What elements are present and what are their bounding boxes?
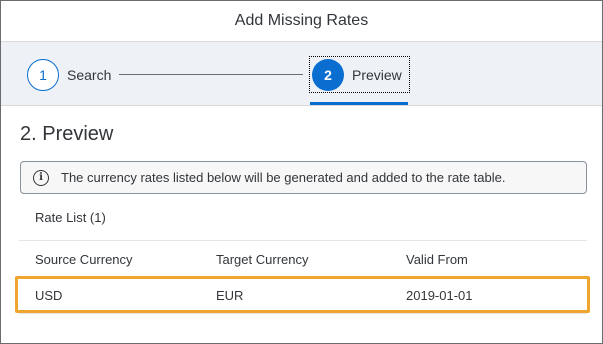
add-missing-rates-dialog: Add Missing Rates 1 Search 2 Preview 2. … xyxy=(0,0,603,344)
cell-target-currency: EUR xyxy=(216,288,244,303)
dialog-title: Add Missing Rates xyxy=(234,12,369,29)
wizard-step-1-label[interactable]: Search xyxy=(67,67,111,83)
table-header-row: Source Currency Target Currency Valid Fr… xyxy=(19,240,587,278)
wizard-step-2-circle[interactable]: 2 xyxy=(312,59,344,91)
wizard-step-2-label[interactable]: Preview xyxy=(352,67,402,83)
rate-list-table: Source Currency Target Currency Valid Fr… xyxy=(19,240,587,314)
column-header-source-currency[interactable]: Source Currency xyxy=(35,252,133,267)
rate-list-title: Rate List (1) xyxy=(35,210,106,225)
wizard-step-2-number: 2 xyxy=(324,67,332,83)
info-icon: i xyxy=(33,169,49,186)
wizard-step-connector xyxy=(119,74,303,75)
column-header-target-currency[interactable]: Target Currency xyxy=(216,252,308,267)
info-message-strip: i The currency rates listed below will b… xyxy=(20,161,587,194)
cell-source-currency: USD xyxy=(35,288,63,303)
info-message-text: The currency rates listed below will be … xyxy=(61,170,506,185)
wizard-progress-bar: 1 Search 2 Preview xyxy=(1,42,602,106)
wizard-step-1-number: 1 xyxy=(39,67,47,83)
column-header-valid-from[interactable]: Valid From xyxy=(406,252,468,267)
dialog-header: Add Missing Rates xyxy=(1,1,602,42)
table-row[interactable]: USD EUR 2019-01-01 xyxy=(19,278,587,314)
wizard-current-step-indicator xyxy=(310,102,408,105)
cell-valid-from: 2019-01-01 xyxy=(406,288,473,303)
wizard-step-1-circle[interactable]: 1 xyxy=(27,59,59,91)
section-title: 2. Preview xyxy=(20,123,114,145)
